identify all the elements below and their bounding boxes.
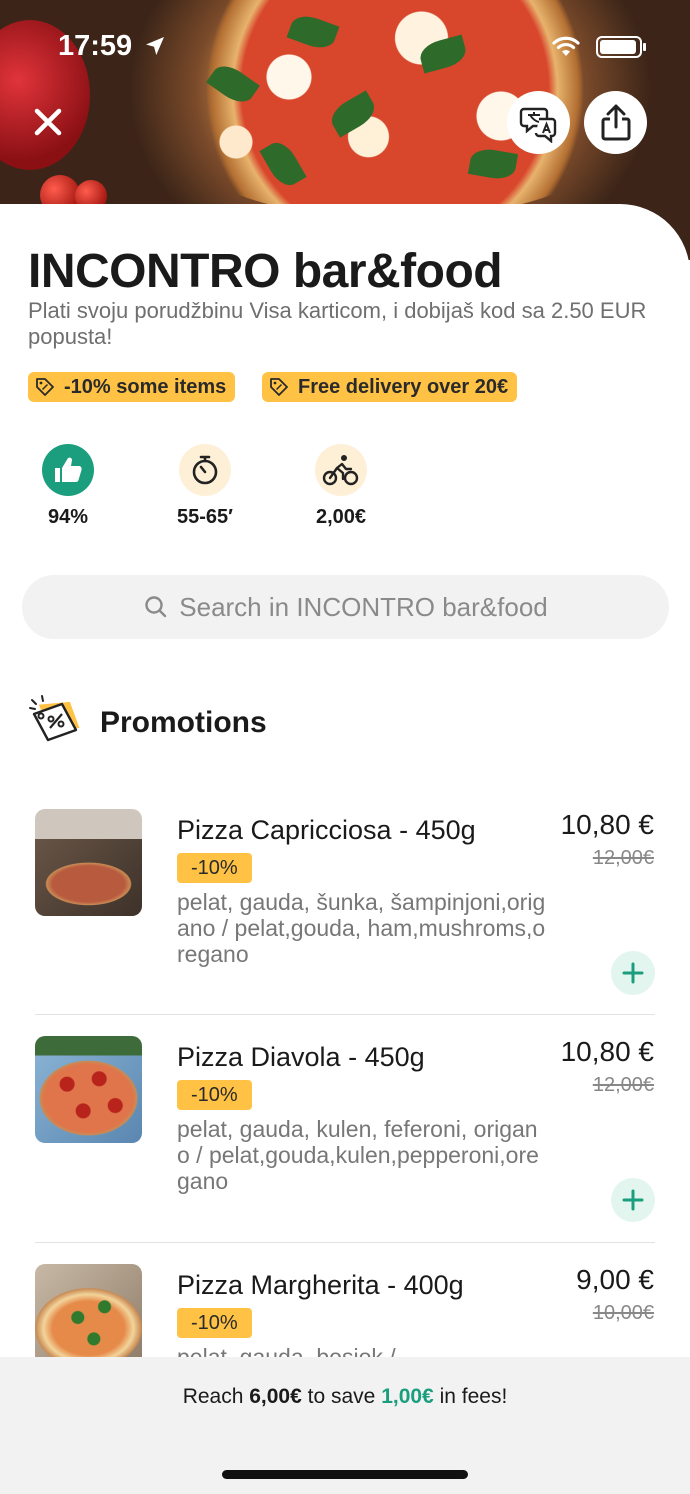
delivery-time-stat: 55-65′: [150, 444, 260, 529]
item-photo: [35, 809, 142, 916]
section-title: Promotions: [100, 706, 267, 739]
free-delivery-tag-label: Free delivery over 20€: [298, 375, 509, 398]
restaurant-name: INCONTRO bar&food: [28, 245, 503, 298]
cyclist-icon: [322, 455, 359, 486]
search-placeholder: Search in INCONTRO bar&food: [179, 591, 548, 622]
promotions-section-header: Promotions: [28, 694, 267, 752]
fee-message-suffix: in fees!: [433, 1385, 508, 1408]
item-photo: [35, 1264, 142, 1357]
thumbs-up-icon: [55, 457, 82, 482]
item-divider: [35, 1014, 655, 1015]
fee-target-amount: 6,00€: [249, 1385, 302, 1408]
delivery-fee-value: 2,00€: [315, 506, 367, 528]
fee-message-middle: to save: [301, 1385, 382, 1408]
plus-icon: [622, 1189, 644, 1211]
battery-icon: [596, 36, 646, 58]
rating-badge: [42, 444, 94, 496]
share-button[interactable]: [584, 91, 647, 154]
menu-item[interactable]: Pizza Diavola - 450g -10% pelat, gauda, …: [0, 1036, 690, 1236]
delivery-time-value: 55-65′: [177, 506, 233, 528]
fee-savings-bar[interactable]: Reach 6,00€ to save 1,00€ in fees!: [0, 1357, 690, 1494]
location-arrow-icon: [146, 37, 164, 55]
add-item-button[interactable]: [611, 951, 655, 995]
translate-button[interactable]: [507, 91, 570, 154]
item-description: pelat, gauda, kulen, feferoni, origano /…: [177, 1116, 539, 1194]
item-price: 10,80 €: [560, 809, 654, 840]
item-price: 10,80 €: [560, 1036, 654, 1067]
home-indicator[interactable]: [222, 1470, 468, 1479]
status-time: 17:59: [58, 30, 133, 62]
search-bar[interactable]: Search in INCONTRO bar&food: [22, 575, 669, 639]
fee-savings-message: Reach 6,00€ to save 1,00€ in fees!: [0, 1385, 690, 1409]
tag-icon: [270, 378, 288, 396]
add-item-button[interactable]: [611, 1178, 655, 1222]
wifi-icon: [552, 36, 580, 56]
fee-message-prefix: Reach: [182, 1385, 250, 1408]
item-name: Pizza Capricciosa - 450g: [177, 815, 476, 845]
item-description: pelat, gauda, bosiok /: [177, 1344, 396, 1357]
item-old-price: 12,00€: [592, 1074, 654, 1096]
share-icon: [601, 104, 630, 140]
timer-icon: [192, 455, 218, 485]
search-icon: [145, 596, 167, 618]
timer-badge: [179, 444, 231, 496]
discount-badge: -10%: [177, 1080, 252, 1110]
promo-tag-label: -10% some items: [64, 375, 227, 398]
promo-tag: -10% some items: [28, 372, 236, 402]
item-photo: [35, 1036, 142, 1143]
item-price: 9,00 €: [576, 1264, 654, 1295]
discount-badge: -10%: [177, 853, 252, 883]
menu-item[interactable]: Pizza Capricciosa - 450g -10% pelat, gau…: [0, 809, 690, 1009]
status-bar: 17:59: [0, 28, 690, 68]
discount-badge: -10%: [177, 1308, 252, 1338]
item-divider: [35, 1242, 655, 1243]
delivery-fee-stat[interactable]: 2,00€: [286, 444, 396, 529]
restaurant-subtitle: Plati svoju porudžbinu Visa karticom, i …: [28, 298, 647, 349]
free-delivery-tag: Free delivery over 20€: [262, 372, 518, 402]
tag-icon: [36, 378, 54, 396]
close-icon[interactable]: [28, 102, 68, 142]
item-name: Pizza Margherita - 400g: [177, 1270, 464, 1300]
translate-icon: [519, 107, 556, 143]
item-old-price: 10,00€: [592, 1302, 654, 1324]
item-description: pelat, gauda, šunka, šampinjoni,origano …: [177, 889, 546, 967]
plus-icon: [622, 962, 644, 984]
item-name: Pizza Diavola - 450g: [177, 1042, 425, 1072]
cyclist-badge: [315, 444, 367, 496]
fee-savings-amount: 1,00€: [381, 1385, 434, 1408]
rating-stat[interactable]: 94%: [13, 444, 123, 529]
promotion-icon: [29, 695, 80, 742]
menu-item[interactable]: Pizza Margherita - 400g -10% pelat, gaud…: [0, 1264, 690, 1357]
item-old-price: 12,00€: [592, 847, 654, 869]
rating-value: 94%: [47, 506, 89, 528]
